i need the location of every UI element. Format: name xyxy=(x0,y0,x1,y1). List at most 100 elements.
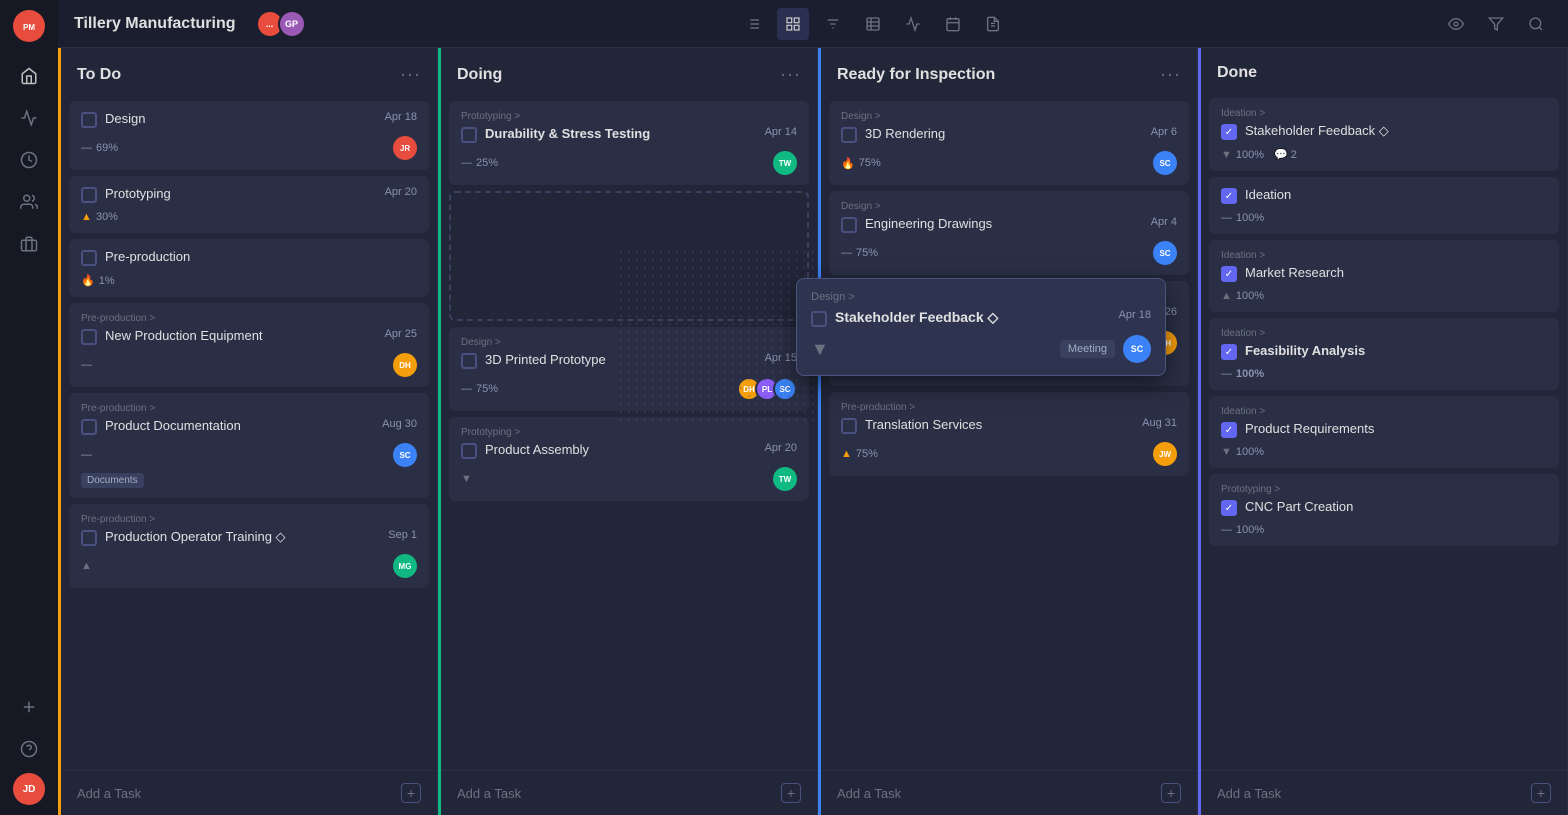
card-ed-parent: Design > xyxy=(841,201,1177,212)
ready-add-task-plus-icon[interactable]: + xyxy=(1161,783,1181,803)
card-ideation-checkbox[interactable]: ✓ xyxy=(1221,188,1237,204)
nav-help-icon[interactable] xyxy=(11,731,47,767)
column-ready-header: Ready for Inspection ··· xyxy=(821,48,1197,97)
column-todo-menu[interactable]: ··· xyxy=(400,64,421,85)
done-cards-area: Ideation > ✓ Stakeholder Feedback ◇ ▼ 10… xyxy=(1201,94,1567,770)
nav-clock-icon[interactable] xyxy=(11,142,47,178)
card-pr-checkbox[interactable]: ✓ xyxy=(1221,422,1237,438)
card-pa-checkbox[interactable] xyxy=(461,443,477,459)
nav-home-icon[interactable] xyxy=(11,58,47,94)
card-design-date: Apr 18 xyxy=(385,111,417,123)
card-cnc-checkbox[interactable]: ✓ xyxy=(1221,500,1237,516)
card-pd-title: Product Documentation xyxy=(105,418,374,435)
card-product-assembly[interactable]: Prototyping > Product Assembly Apr 20 ▼ … xyxy=(449,417,809,501)
card-ed-avatar: SC xyxy=(1153,241,1177,265)
card-pot-date: Sep 1 xyxy=(388,529,417,541)
nav-briefcase-icon[interactable] xyxy=(11,226,47,262)
project-title: Tillery Manufacturing xyxy=(74,15,236,33)
card-production-operator-training[interactable]: Pre-production > Production Operator Tra… xyxy=(69,504,429,588)
card-ts-avatar: JW xyxy=(1153,442,1177,466)
card-3d-rendering[interactable]: Design > 3D Rendering Apr 6 🔥 75% SC xyxy=(829,101,1189,185)
app-logo[interactable]: PM xyxy=(13,10,45,42)
card-cnc-title: CNC Part Creation xyxy=(1245,499,1547,516)
card-market-research[interactable]: Ideation > ✓ Market Research ▲ 100% xyxy=(1209,240,1559,312)
eye-icon[interactable] xyxy=(1440,8,1472,40)
card-dst-date: Apr 14 xyxy=(765,126,797,138)
card-ideation[interactable]: ✓ Ideation — 100% xyxy=(1209,177,1559,234)
card-ts-checkbox[interactable] xyxy=(841,418,857,434)
nav-users-icon[interactable] xyxy=(11,184,47,220)
table-view-icon[interactable] xyxy=(857,8,889,40)
card-pre-production[interactable]: Pre-production 🔥 1% xyxy=(69,239,429,297)
card-cnc-parent: Prototyping > xyxy=(1221,484,1547,495)
card-sf-checkbox[interactable]: ✓ xyxy=(1221,124,1237,140)
card-design[interactable]: Design Apr 18 — 69% JR xyxy=(69,101,429,170)
card-3dr-avatar: SC xyxy=(1153,151,1177,175)
doing-add-task-plus-icon[interactable]: + xyxy=(781,783,801,803)
member-avatar-2[interactable]: GP xyxy=(278,10,306,38)
card-durability-stress-testing[interactable]: Prototyping > Durability & Stress Testin… xyxy=(449,101,809,185)
column-doing-header: Doing ··· xyxy=(441,48,817,97)
doing-add-task[interactable]: Add a Task + xyxy=(441,770,817,815)
card-fa-checkbox[interactable]: ✓ xyxy=(1221,344,1237,360)
filter-icon[interactable] xyxy=(1480,8,1512,40)
nav-activity-icon[interactable] xyxy=(11,100,47,136)
card-new-production-equipment[interactable]: Pre-production > New Production Equipmen… xyxy=(69,303,429,387)
card-product-requirements[interactable]: Ideation > ✓ Product Requirements ▼ 100% xyxy=(1209,396,1559,468)
user-avatar[interactable]: JD xyxy=(13,773,45,805)
dragged-card-date: Apr 18 xyxy=(1119,309,1151,321)
column-doing-title: Doing xyxy=(457,66,502,84)
card-3dr-checkbox[interactable] xyxy=(841,127,857,143)
card-pot-checkbox[interactable] xyxy=(81,530,97,546)
todo-add-task[interactable]: Add a Task + xyxy=(61,770,437,815)
card-feasibility-analysis[interactable]: Ideation > ✓ Feasibility Analysis — 100% xyxy=(1209,318,1559,390)
card-pd-checkbox[interactable] xyxy=(81,419,97,435)
card-3dr-date: Apr 6 xyxy=(1151,126,1177,138)
done-add-task-plus-icon[interactable]: + xyxy=(1531,783,1551,803)
card-3dr-title: 3D Rendering xyxy=(865,126,1143,143)
card-dst-checkbox[interactable] xyxy=(461,127,477,143)
card-cnc-progress: — 100% xyxy=(1221,524,1264,536)
card-prototyping-checkbox[interactable] xyxy=(81,187,97,203)
card-pd-progress: — xyxy=(81,449,92,461)
card-translation-services[interactable]: Pre-production > Translation Services Au… xyxy=(829,392,1189,476)
board-view-icon[interactable] xyxy=(777,8,809,40)
card-pa-title: Product Assembly xyxy=(485,442,757,459)
card-mr-checkbox[interactable]: ✓ xyxy=(1221,266,1237,282)
column-todo-header: To Do ··· xyxy=(61,48,437,97)
card-cnc-part-creation[interactable]: Prototyping > ✓ CNC Part Creation — 100% xyxy=(1209,474,1559,546)
card-3dpp-checkbox[interactable] xyxy=(461,353,477,369)
card-pa-progress: ▼ xyxy=(461,473,472,485)
wave-view-icon[interactable] xyxy=(897,8,929,40)
search-icon[interactable] xyxy=(1520,8,1552,40)
ready-add-task-label: Add a Task xyxy=(837,786,901,801)
column-ready-title: Ready for Inspection xyxy=(837,66,995,84)
card-engineering-drawings[interactable]: Design > Engineering Drawings Apr 4 — 75… xyxy=(829,191,1189,275)
done-add-task[interactable]: Add a Task + xyxy=(1201,770,1567,815)
column-ready-menu[interactable]: ··· xyxy=(1160,64,1181,85)
dragged-card-checkbox[interactable] xyxy=(811,311,827,327)
dash-icon-2: — xyxy=(461,383,472,395)
nav-plus-icon[interactable] xyxy=(11,689,47,725)
card-3d-printed-prototype[interactable]: Design > 3D Printed Prototype Apr 15 — 7… xyxy=(449,327,809,411)
card-product-documentation[interactable]: Pre-production > Product Documentation A… xyxy=(69,393,429,498)
dragged-card[interactable]: Design > Stakeholder Feedback ◇ Apr 18 ▼… xyxy=(796,278,1166,376)
card-design-checkbox[interactable] xyxy=(81,112,97,128)
ready-add-task[interactable]: Add a Task + xyxy=(821,770,1197,815)
card-3dr-parent: Design > xyxy=(841,111,1177,122)
column-doing: Doing ··· Prototyping > Durability & Str… xyxy=(438,48,818,815)
card-ed-checkbox[interactable] xyxy=(841,217,857,233)
list-view-icon[interactable] xyxy=(737,8,769,40)
card-pd-date: Aug 30 xyxy=(382,418,417,430)
card-stakeholder-feedback[interactable]: Ideation > ✓ Stakeholder Feedback ◇ ▼ 10… xyxy=(1209,98,1559,171)
calendar-view-icon[interactable] xyxy=(937,8,969,40)
card-prototyping[interactable]: Prototyping Apr 20 ▲ 30% xyxy=(69,176,429,233)
card-npe-checkbox[interactable] xyxy=(81,329,97,345)
column-doing-menu[interactable]: ··· xyxy=(780,64,801,85)
filter-view-icon[interactable] xyxy=(817,8,849,40)
doc-view-icon[interactable] xyxy=(977,8,1009,40)
card-pre-production-checkbox[interactable] xyxy=(81,250,97,266)
card-sf-title: Stakeholder Feedback ◇ xyxy=(1245,123,1547,140)
todo-add-task-plus-icon[interactable]: + xyxy=(401,783,421,803)
comments-icon: 💬 2 xyxy=(1274,148,1297,161)
